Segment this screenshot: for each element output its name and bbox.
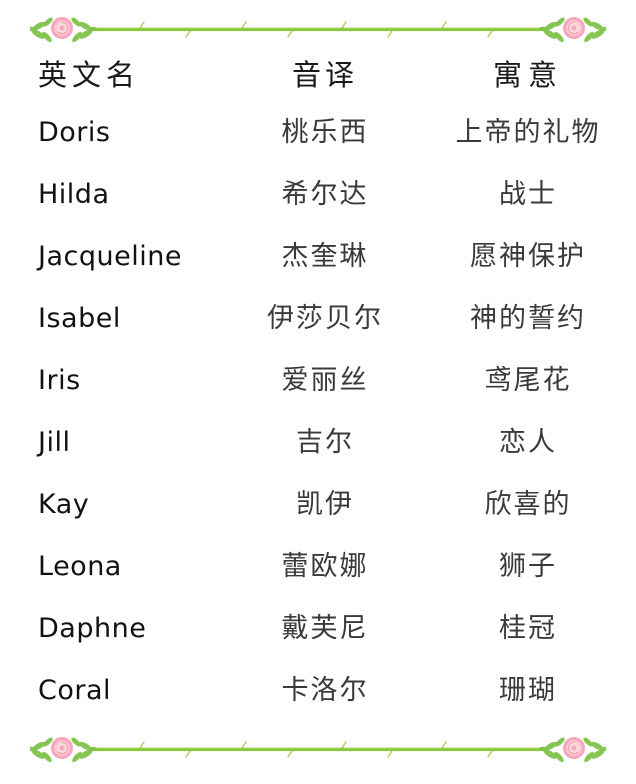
column-header-transliteration: 音译: [291, 58, 358, 92]
cell-transliteration: 卡洛尔: [281, 675, 369, 706]
table-row: Daphne 戴芙尼 桂冠: [0, 606, 636, 668]
cell-meaning: 鸢尾花: [484, 365, 572, 396]
cell-english-name: Coral: [38, 675, 112, 706]
column-header-meaning: 寓意: [492, 58, 563, 92]
rose-icon-right: [538, 15, 606, 45]
cell-meaning: 欣喜的: [484, 489, 572, 520]
cell-meaning: 上帝的礼物: [455, 117, 601, 148]
name-table: 英文名 音译 寓意 Doris 桃乐西 上帝的礼物 Hilda 希尔达 战士 J…: [0, 52, 636, 730]
cell-transliteration: 伊莎贝尔: [267, 303, 383, 334]
cell-transliteration: 希尔达: [281, 179, 369, 210]
table-row: Isabel 伊莎贝尔 神的誓约: [0, 296, 636, 358]
cell-transliteration: 吉尔: [296, 427, 354, 458]
top-rose-vine-divider: [30, 8, 606, 52]
cell-meaning: 桂冠: [499, 613, 557, 644]
cell-english-name: Leona: [38, 551, 122, 582]
column-header-english: 英文名: [38, 58, 141, 92]
table-row: Jacqueline 杰奎琳 愿神保护: [0, 234, 636, 296]
table-row: Doris 桃乐西 上帝的礼物: [0, 110, 636, 172]
cell-english-name: Iris: [38, 365, 81, 396]
cell-transliteration: 凯伊: [296, 489, 354, 520]
cell-english-name: Kay: [38, 489, 90, 520]
cell-english-name: Jill: [38, 427, 71, 458]
table-row: Jill 吉尔 恋人: [0, 420, 636, 482]
cell-english-name: Daphne: [38, 613, 147, 644]
cell-meaning: 珊瑚: [499, 675, 557, 706]
table-header-row: 英文名 音译 寓意: [0, 52, 636, 110]
cell-transliteration: 蕾欧娜: [281, 551, 369, 582]
table-row: Hilda 希尔达 战士: [0, 172, 636, 234]
rose-icon-left: [30, 15, 98, 45]
cell-english-name: Doris: [38, 117, 111, 148]
cell-english-name: Jacqueline: [38, 241, 182, 272]
table-row: Leona 蕾欧娜 狮子: [0, 544, 636, 606]
table-row: Kay 凯伊 欣喜的: [0, 482, 636, 544]
cell-english-name: Hilda: [38, 179, 110, 210]
cell-transliteration: 杰奎琳: [281, 241, 369, 272]
cell-transliteration: 桃乐西: [281, 117, 369, 148]
cell-transliteration: 爱丽丝: [281, 365, 369, 396]
cell-meaning: 愿神保护: [470, 241, 586, 272]
cell-english-name: Isabel: [38, 303, 121, 334]
bottom-rose-vine-divider: [30, 728, 606, 772]
name-list-page: 英文名 音译 寓意 Doris 桃乐西 上帝的礼物 Hilda 希尔达 战士 J…: [0, 0, 636, 784]
rose-icon-left: [30, 735, 98, 765]
cell-meaning: 恋人: [499, 427, 557, 458]
rose-icon-right: [538, 735, 606, 765]
cell-meaning: 战士: [499, 179, 557, 210]
cell-transliteration: 戴芙尼: [281, 613, 369, 644]
table-row: Iris 爱丽丝 鸢尾花: [0, 358, 636, 420]
table-row: Coral 卡洛尔 珊瑚: [0, 668, 636, 730]
cell-meaning: 神的誓约: [470, 303, 586, 334]
cell-meaning: 狮子: [499, 551, 557, 582]
